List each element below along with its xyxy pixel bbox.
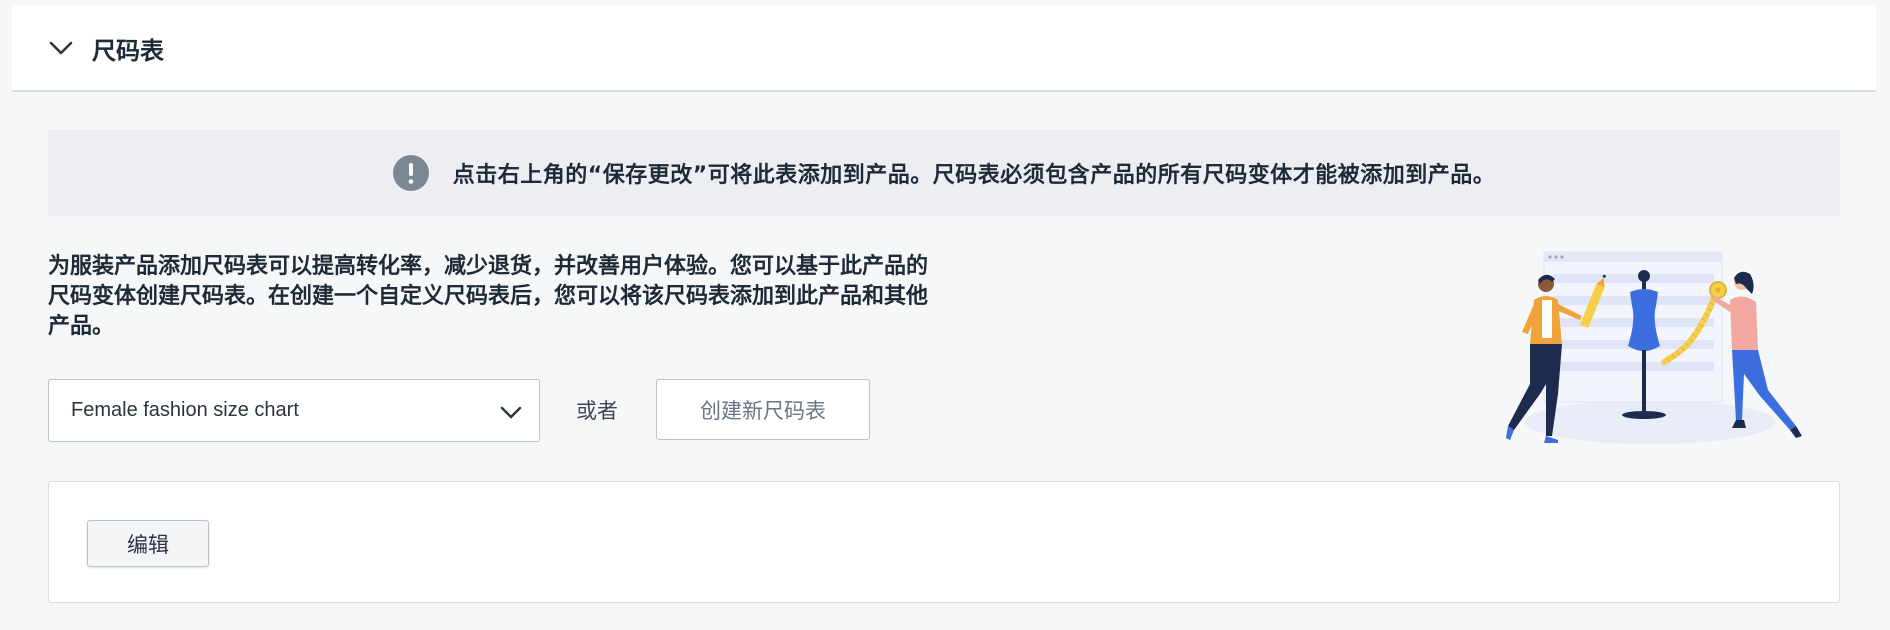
size-chart-page: 尺码表 点击右上角的“保存更改”可将此表添加到产品。尺码表必须包含产品的所有尺码…: [0, 0, 1890, 630]
description-text: 为服装产品添加尺码表可以提高转化率，减少退货，并改善用户体验。您可以基于此产品的…: [48, 252, 1018, 342]
notice-text: 点击右上角的“保存更改”可将此表添加到产品。尺码表必须包含产品的所有尺码变体才能…: [452, 163, 1496, 188]
section-header: 尺码表: [12, 6, 1876, 92]
size-chart-select[interactable]: Female fashion size chart: [48, 379, 540, 442]
description-line: 为服装产品添加尺码表可以提高转化率，减少退货，并改善用户体验。您可以基于此产品的: [48, 254, 929, 279]
notice-banner: 点击右上角的“保存更改”可将此表添加到产品。尺码表必须包含产品的所有尺码变体才能…: [48, 130, 1840, 216]
size-chart-editor-panel: 编辑: [48, 481, 1840, 603]
description-line: 尺码变体创建尺码表。在创建一个自定义尺码表后，您可以将该尺码表添加到此产品和其他: [48, 284, 929, 309]
section-title: 尺码表: [92, 36, 164, 65]
description-line: 产品。: [48, 314, 115, 339]
fashion-illustration: [1506, 251, 1802, 444]
create-size-chart-button[interactable]: 创建新尺码表: [656, 379, 870, 440]
or-label: 或者: [576, 399, 618, 423]
chevron-down-icon[interactable]: [46, 33, 76, 63]
chevron-down-icon: [500, 406, 522, 419]
edit-button[interactable]: 编辑: [87, 520, 209, 567]
size-chart-select-value: Female fashion size chart: [71, 399, 299, 421]
exclamation-circle-icon: [392, 155, 429, 191]
